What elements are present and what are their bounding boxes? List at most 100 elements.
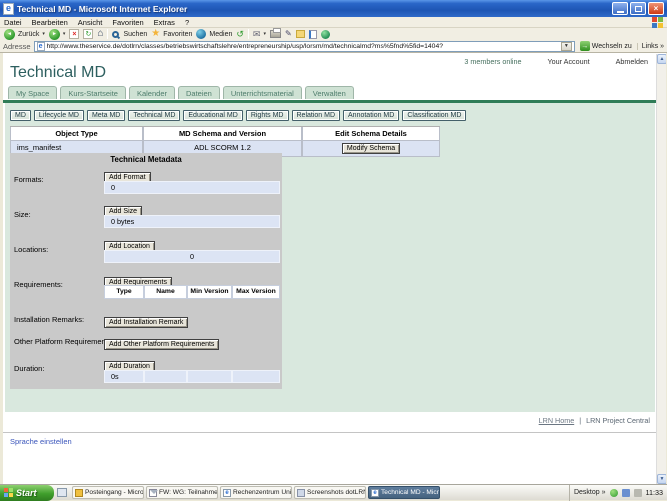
tray-network-icon[interactable]: [621, 488, 630, 497]
menu-favoriten[interactable]: Favoriten: [112, 18, 143, 27]
address-label: Adresse: [3, 41, 31, 51]
size-value: 0 bytes: [104, 215, 280, 228]
taskbar-clock: 11:33: [645, 488, 663, 497]
window-title: Technical MD - Microsoft Internet Explor…: [17, 3, 188, 14]
installation-remarks-label: Installation Remarks:: [14, 315, 85, 324]
go-icon: →: [579, 41, 590, 51]
rights-md-button[interactable]: Rights MD: [245, 110, 289, 121]
restore-button[interactable]: [630, 2, 646, 15]
form-title: Technical Metadata: [110, 155, 182, 164]
browser-toolbar: ◄ Zurück ▾ ► ▾ × ↻ ⌂ Suchen ★ Favoriten …: [0, 28, 667, 40]
favorites-icon: ★: [151, 28, 161, 39]
tab-kurs-startseite[interactable]: Kurs-Startseite: [60, 86, 126, 99]
ie-page-icon: e: [223, 488, 231, 497]
refresh-button[interactable]: ↻: [83, 29, 94, 39]
task-label: Posteingang - Micros...: [85, 489, 144, 496]
lrn-home-link[interactable]: LRN Home: [539, 416, 575, 425]
tray-status-icon[interactable]: [609, 488, 618, 497]
search-icon: [112, 30, 120, 38]
tray-volume-icon[interactable]: [633, 488, 642, 497]
other-platform-label: Other Platform Requirements:: [14, 337, 114, 346]
media-label: Medien: [209, 30, 233, 38]
back-button[interactable]: ◄ Zurück ▾: [4, 28, 45, 40]
favorites-button[interactable]: ★ Favoriten: [151, 29, 192, 39]
lrn-project-central-link[interactable]: LRN Project Central: [586, 416, 650, 425]
duration-value: 0s: [104, 370, 144, 383]
scroll-up-icon[interactable]: ▲: [657, 54, 666, 64]
add-installation-remark-button[interactable]: Add Installation Remark: [104, 317, 189, 328]
tab-unterrichtsmaterial[interactable]: Unterrichtsmaterial: [222, 86, 302, 99]
desktop-chevron-icon: »: [601, 489, 606, 496]
address-url[interactable]: http://www.theservice.de/dotlrn/classes/…: [47, 43, 559, 50]
go-label: Wechseln zu: [591, 42, 632, 50]
task-fw-wg-teilnahme[interactable]: FW: WG: Teilnahme v...: [146, 486, 218, 499]
mail-button[interactable]: ✉ ▾: [253, 29, 266, 39]
toolbar-separator: [107, 29, 109, 39]
lifecycle-md-button[interactable]: Lifecycle MD: [33, 110, 84, 121]
address-dropdown-icon[interactable]: ▼: [560, 41, 572, 51]
task-technical-md-active[interactable]: e Technical MD - Micros...: [368, 486, 440, 499]
minimize-button[interactable]: [612, 2, 628, 15]
requirements-label: Requirements:: [14, 280, 63, 289]
ie-icon: e: [5, 3, 11, 13]
stop-button[interactable]: ×: [69, 29, 80, 39]
forward-button[interactable]: ► ▾: [48, 28, 66, 40]
meta-md-button[interactable]: Meta MD: [86, 110, 126, 121]
menu-bearbeiten[interactable]: Bearbeiten: [32, 18, 68, 27]
task-screenshots[interactable]: Screenshots dotLRN...: [294, 486, 366, 499]
go-button[interactable]: → Wechseln zu: [578, 41, 634, 51]
links-label: Links: [641, 42, 659, 50]
tab-kalender[interactable]: Kalender: [128, 86, 175, 99]
back-caret-icon[interactable]: ▾: [42, 31, 45, 37]
desktop-toolbar[interactable]: Desktop »: [574, 489, 606, 496]
forward-icon: ►: [48, 28, 60, 40]
close-button[interactable]: ×: [648, 2, 664, 15]
scroll-down-icon[interactable]: ▼: [657, 474, 666, 484]
edit-button[interactable]: ✎: [285, 30, 292, 38]
address-bar: Adresse e http://www.theservice.de/dotlr…: [0, 40, 667, 53]
tab-verwalten[interactable]: Verwalten: [304, 86, 354, 99]
home-button[interactable]: ⌂: [97, 29, 103, 39]
window-icon: e: [3, 2, 14, 15]
search-button[interactable]: Suchen: [112, 30, 147, 38]
your-account-link[interactable]: Your Account: [548, 57, 590, 66]
address-input[interactable]: e http://www.theservice.de/dotlrn/classe…: [33, 40, 575, 52]
task-posteingang[interactable]: Posteingang - Micros...: [72, 486, 144, 499]
quick-launch[interactable]: [54, 488, 70, 497]
language-settings-link[interactable]: Sprache einstellen: [10, 437, 72, 446]
menu-datei[interactable]: Datei: [4, 18, 22, 27]
task-label: Rechenzentrum Uni K...: [233, 489, 292, 496]
print-button[interactable]: [269, 28, 281, 38]
vertical-scrollbar[interactable]: ▲ ▼: [656, 54, 666, 484]
screen: e Technical MD - Microsoft Internet Expl…: [0, 0, 667, 501]
media-button[interactable]: Medien: [196, 29, 232, 39]
logout-link[interactable]: Abmelden: [616, 57, 648, 66]
duration-value-row: 0s: [104, 370, 280, 383]
links-toolbar[interactable]: Links »: [636, 42, 664, 50]
task-label: FW: WG: Teilnahme v...: [159, 489, 218, 496]
members-online: 3 members online: [464, 57, 522, 66]
messenger-button[interactable]: [320, 29, 330, 39]
classification-md-button[interactable]: Classification MD: [402, 110, 467, 121]
discuss-button[interactable]: [295, 30, 305, 38]
tab-dateien[interactable]: Dateien: [178, 86, 220, 99]
schema-header-edit: Edit Schema Details: [302, 127, 440, 141]
desktop-label: Desktop: [573, 489, 600, 496]
md-button[interactable]: MD: [10, 110, 31, 121]
relation-md-button[interactable]: Relation MD: [291, 110, 341, 121]
task-rechenzentrum[interactable]: e Rechenzentrum Uni K...: [220, 486, 292, 499]
tab-my-space[interactable]: My Space: [8, 86, 58, 99]
educational-md-button[interactable]: Educational MD: [183, 110, 243, 121]
document-button[interactable]: [308, 29, 317, 39]
forward-caret-icon[interactable]: ▾: [63, 31, 66, 37]
annotation-md-button[interactable]: Annotation MD: [343, 110, 400, 121]
menu-help[interactable]: ?: [185, 18, 189, 27]
quick-launch-icon: [57, 488, 67, 497]
menu-ansicht[interactable]: Ansicht: [78, 18, 103, 27]
start-button[interactable]: Start: [0, 484, 54, 501]
menu-extras[interactable]: Extras: [154, 18, 175, 27]
add-other-platform-button[interactable]: Add Other Platform Requirements: [104, 339, 220, 350]
technical-md-button[interactable]: Technical MD: [128, 110, 181, 121]
history-button[interactable]: ↺: [236, 29, 244, 39]
modify-schema-button[interactable]: Modify Schema: [341, 143, 401, 154]
